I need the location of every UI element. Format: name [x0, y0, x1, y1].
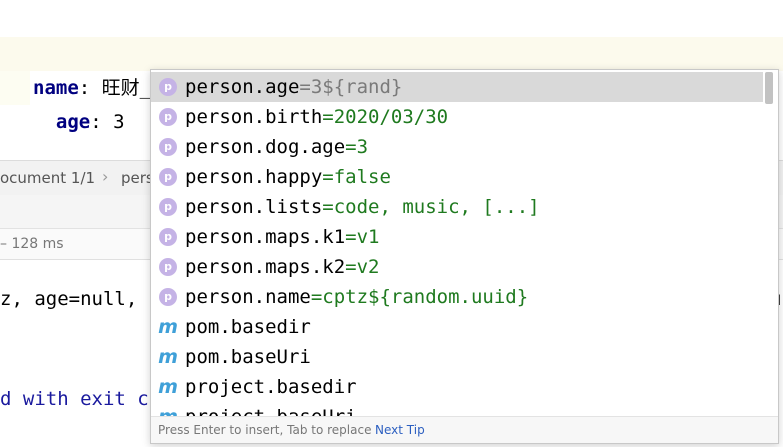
completion-item-name: person.name [185, 286, 311, 308]
yaml-key: age [55, 111, 91, 133]
completion-list: p person.age=3${rand} p person.birth=2020/0… [151, 72, 763, 416]
completion-item-name: person.lists [185, 196, 323, 218]
completion-item[interactable]: p person.birth=2020/03/30 [151, 102, 763, 132]
editor-line-dog[interactable]: dog: [10, 3, 79, 65]
completion-item[interactable]: p person.lists=code, music, [...] [151, 192, 763, 222]
yaml-colon: : [90, 111, 114, 133]
completion-item-name: pom.basedir [185, 316, 311, 338]
breadcrumb-path[interactable]: pers [121, 169, 154, 187]
breadcrumb-document[interactable]: ocument 1/1 [0, 169, 95, 187]
completion-item-text: pom.baseUri [185, 342, 311, 372]
completion-item-text: person.dog.age=3 [185, 132, 368, 162]
completion-item[interactable]: p person.maps.k1=v1 [151, 222, 763, 252]
completion-item[interactable]: p person.dog.age=3 [151, 132, 763, 162]
completion-item[interactable]: p person.name=cptz${random.uuid} [151, 282, 763, 312]
property-icon: p [159, 228, 177, 246]
completion-item-name: person.maps.k2 [185, 256, 346, 278]
completion-popup: p person.age=3${rand} p person.birth=2020/0… [150, 69, 779, 444]
console-output-line: z, age=null, [0, 288, 137, 310]
completion-item[interactable]: m pom.basedir [151, 312, 763, 342]
completion-item-name: person.happy [185, 166, 323, 188]
footer-hint: Press Enter to insert, Tab to replace [158, 423, 372, 437]
completion-item-value: =3${rand} [299, 76, 403, 98]
property-icon: p [159, 138, 177, 156]
completion-item[interactable]: m project.baseUri [151, 402, 763, 416]
completion-item-name: pom.baseUri [185, 346, 311, 368]
completion-item-text: person.maps.k1=v1 [185, 222, 379, 252]
completion-item-text: person.happy=false [185, 162, 391, 192]
completion-item[interactable]: p person.age=3${rand} [151, 72, 763, 102]
completion-item-name: person.age [185, 76, 300, 98]
completion-item-text: project.baseUri [185, 402, 357, 416]
completion-item-text: person.age=3${rand} [185, 72, 402, 102]
completion-item-value: =2020/03/30 [322, 106, 449, 128]
next-tip-link[interactable]: Next Tip [375, 417, 425, 443]
editor-line-age[interactable]: age: 3 [33, 71, 125, 133]
console-text: z, age=null, [0, 288, 138, 310]
completion-item-value: =cptz${random.uuid} [310, 286, 529, 308]
completion-item-name: person.dog.age [185, 136, 346, 158]
console-text: d with exit c [0, 388, 149, 410]
completion-scrollbar[interactable] [764, 72, 774, 416]
completion-item[interactable]: m project.basedir [151, 372, 763, 402]
maven-icon: m [158, 376, 178, 398]
completion-item[interactable]: p person.happy=false [151, 162, 763, 192]
maven-icon: m [158, 346, 178, 368]
completion-item-text: pom.basedir [185, 312, 311, 342]
property-icon: p [159, 168, 177, 186]
maven-icon: m [157, 402, 179, 416]
completion-item-text: person.maps.k2=v2 [185, 252, 379, 282]
completion-item-text: person.birth=2020/03/30 [185, 102, 448, 132]
completion-item-value: =code, music, [...] [322, 196, 540, 218]
completion-item-value: =3 [345, 136, 369, 158]
completion-item-text: person.name=cptz${random.uuid} [185, 282, 528, 312]
scrollbar-thumb[interactable] [765, 72, 773, 104]
maven-icon: m [158, 316, 178, 338]
completion-item-text: person.lists=code, music, [...] [185, 192, 540, 222]
completion-footer: Press Enter to insert, Tab to replace Ne… [151, 416, 778, 443]
editor-line-name-current[interactable]: name: 旺财_${p} [0, 37, 783, 99]
yaml-value: 3 [113, 111, 125, 133]
property-icon: p [159, 108, 177, 126]
console-exit-line: d with exit c [0, 388, 149, 410]
completion-item-name: project.baseUri [185, 406, 357, 416]
property-icon: p [159, 288, 177, 306]
property-icon: p [159, 78, 177, 96]
run-duration-text: – 128 ms [0, 236, 64, 252]
chevron-right-icon: › [102, 167, 109, 186]
completion-item-text: project.basedir [185, 372, 357, 402]
property-icon: p [159, 198, 177, 216]
completion-item-name: project.basedir [185, 376, 357, 398]
property-icon: p [159, 258, 177, 276]
completion-item-name: person.maps.k1 [185, 226, 346, 248]
completion-item[interactable]: m pom.baseUri [151, 342, 763, 372]
completion-item[interactable]: p person.maps.k2=v2 [151, 252, 763, 282]
completion-item-value: =false [322, 166, 391, 188]
completion-item-value: =v1 [345, 226, 380, 248]
completion-item-name: person.birth [185, 106, 323, 128]
completion-item-value: =v2 [345, 256, 380, 278]
